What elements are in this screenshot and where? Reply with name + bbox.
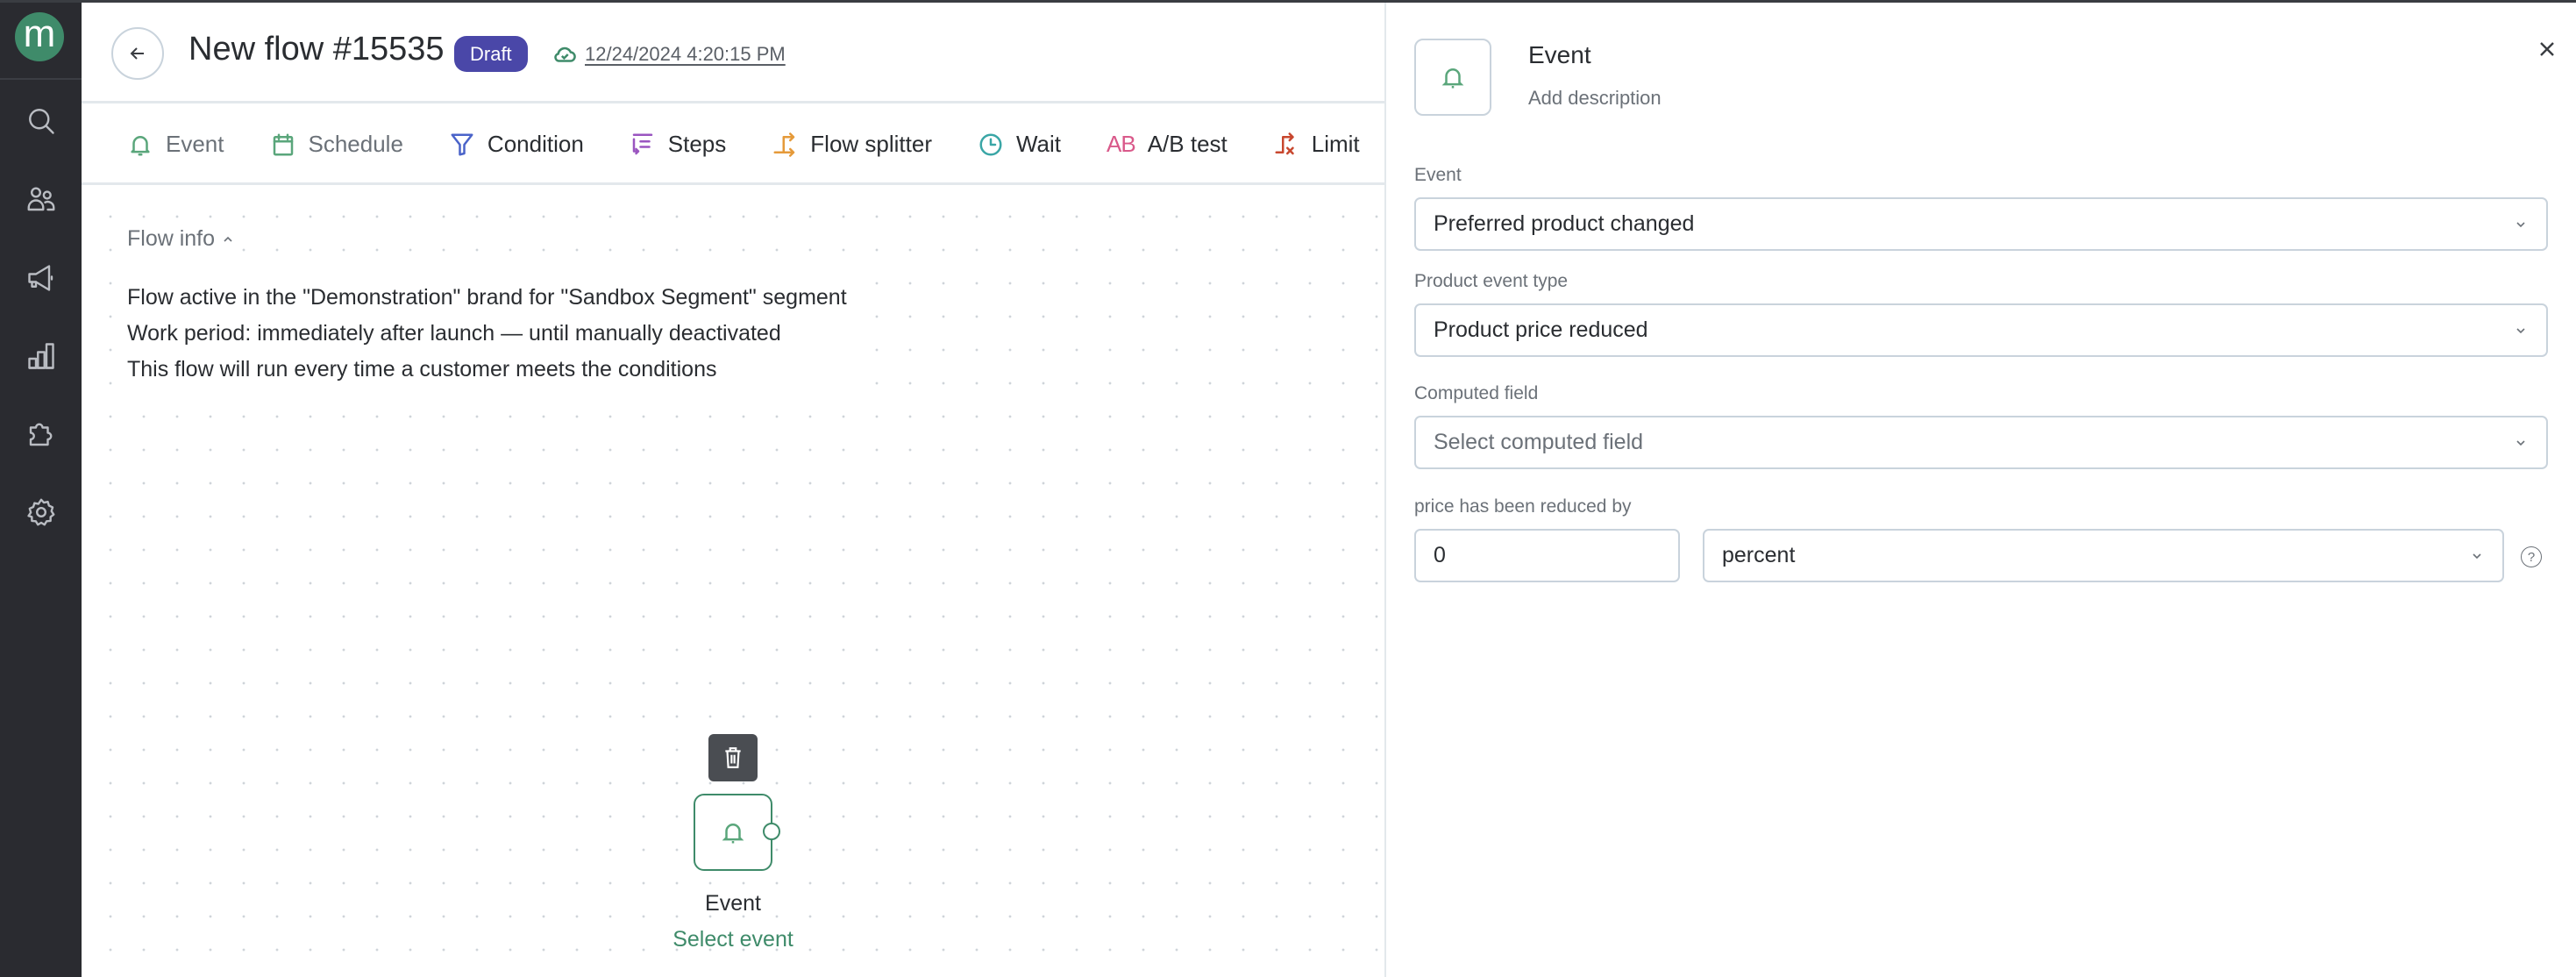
event-settings-panel: Event Add description Event Preferred pr… [1384, 3, 2576, 977]
bell-icon [722, 824, 744, 844]
computed-field-placeholder: Select computed field [1434, 430, 1644, 454]
bell-icon [131, 135, 150, 155]
clock-icon [979, 133, 1002, 155]
save-status: 12/24/2024 4:20:15 PM [551, 41, 786, 68]
sidebar-item-integrations[interactable] [24, 417, 59, 452]
flow-canvas[interactable]: Flow info Flow active in the "Demonstrat… [82, 188, 1384, 977]
users-icon [27, 187, 55, 211]
tool-limit-label: Limit [1311, 131, 1360, 157]
reduction-label: price has been reduced by [1414, 496, 1632, 517]
ab-icon: AB [1107, 131, 1136, 157]
delete-node-button[interactable] [708, 734, 758, 781]
flow-info-line: Work period: immediately after launch — … [127, 321, 781, 346]
flow-info-label: Flow info [127, 226, 216, 251]
reduction-unit-select[interactable]: percent [1703, 529, 2504, 582]
panel-title[interactable]: Event [1528, 41, 1591, 69]
trash-icon [725, 747, 741, 768]
saved-timestamp[interactable]: 12/24/2024 4:20:15 PM [585, 43, 786, 66]
tool-ab-test[interactable]: AB A/B test [1107, 131, 1228, 158]
tool-steps[interactable]: Steps [630, 131, 727, 158]
tool-event-label: Event [166, 131, 224, 157]
tool-wait-label: Wait [1015, 131, 1062, 157]
computed-field-label: Computed field [1414, 383, 1539, 403]
limit-icon [1275, 132, 1294, 154]
tool-condition[interactable]: Condition [449, 131, 584, 158]
computed-field-select[interactable]: Select computed field [1414, 416, 2548, 469]
close-icon [2540, 42, 2554, 56]
cloud-check-icon [554, 46, 576, 62]
event-select[interactable]: Preferred product changed [1414, 197, 2548, 251]
flow-info-line: Flow active in the "Demonstration" brand… [127, 285, 847, 310]
product-event-type-label: Product event type [1414, 271, 1569, 291]
product-event-type-value: Product price reduced [1434, 317, 1648, 342]
sidebar-item-search[interactable] [24, 103, 59, 139]
flow-info-toggle[interactable]: Flow info [127, 226, 235, 252]
tool-schedule-label: Schedule [308, 131, 403, 157]
sidebar-item-analytics[interactable] [24, 339, 59, 374]
event-field-label: Event [1414, 165, 1462, 185]
search-icon [29, 109, 54, 134]
flow-info-line: This flow will run every time a customer… [127, 357, 717, 382]
chevron-down-icon [2471, 552, 2483, 560]
sidebar-divider [0, 78, 82, 80]
panel-node-icon [1414, 39, 1491, 116]
sidebar-item-campaigns[interactable] [24, 260, 59, 296]
app-root: m New flow #15535 Draft 12/24/2024 4:20:… [0, 0, 2576, 977]
tool-flow-splitter[interactable]: Flow splitter [772, 131, 932, 158]
help-icon[interactable]: ? [2521, 546, 2542, 567]
select-event-link[interactable]: Select event [643, 927, 823, 952]
tool-event[interactable]: Event [127, 131, 224, 158]
sidebar-item-customers[interactable] [24, 182, 59, 217]
node-output-handle[interactable] [763, 823, 780, 840]
tool-flow-splitter-label: Flow splitter [810, 131, 932, 157]
back-button[interactable] [111, 27, 164, 80]
tool-steps-label: Steps [667, 131, 727, 157]
event-select-value: Preferred product changed [1434, 211, 1695, 236]
node-toolbar: Event Schedule Condition Steps Flow spli… [82, 106, 1384, 185]
sidebar-item-settings[interactable] [24, 495, 59, 530]
chevron-down-icon [2515, 326, 2527, 335]
reduction-unit-value: percent [1722, 543, 1796, 567]
sidebar: m [0, 3, 82, 977]
tool-wait[interactable]: Wait [978, 131, 1061, 158]
chevron-down-icon [2515, 220, 2527, 229]
add-description[interactable]: Add description [1528, 87, 1662, 110]
calendar-icon [273, 133, 293, 155]
megaphone-icon [28, 265, 53, 291]
gear-icon [27, 498, 55, 526]
bell-icon [1441, 68, 1464, 89]
flow-editor: New flow #15535 Draft 12/24/2024 4:20:15… [82, 3, 1384, 977]
arrow-left-icon [130, 47, 144, 60]
funnel-icon [451, 133, 473, 155]
steps-icon [632, 133, 653, 154]
product-event-type-select[interactable]: Product price reduced [1414, 303, 2548, 357]
flow-header: New flow #15535 Draft 12/24/2024 4:20:15… [82, 3, 1384, 103]
close-panel-button[interactable] [2534, 36, 2560, 62]
bar-chart-icon [28, 343, 54, 369]
tool-ab-test-label: A/B test [1147, 131, 1228, 157]
split-icon [773, 132, 795, 157]
node-label: Event [705, 891, 761, 916]
puzzle-icon [29, 423, 53, 446]
tool-limit[interactable]: Limit [1273, 131, 1360, 158]
tool-condition-label: Condition [487, 131, 584, 157]
flow-info-details: Flow active in the "Demonstration" brand… [127, 280, 847, 388]
logo[interactable]: m [15, 12, 64, 61]
chevron-down-icon [2515, 439, 2527, 447]
page-title: New flow #15535 [189, 31, 445, 68]
event-node[interactable] [694, 794, 772, 871]
status-badge: Draft [454, 36, 528, 72]
reduction-amount-input[interactable] [1414, 529, 1680, 582]
chevron-up-icon [224, 236, 232, 242]
tool-schedule[interactable]: Schedule [270, 131, 403, 158]
